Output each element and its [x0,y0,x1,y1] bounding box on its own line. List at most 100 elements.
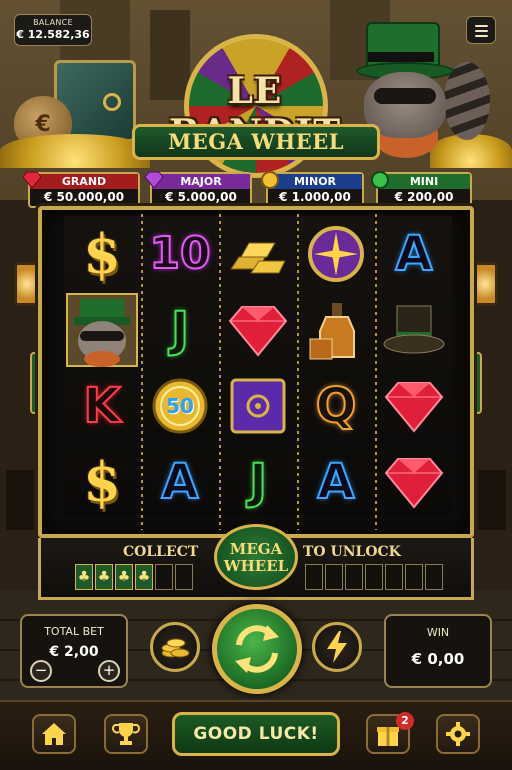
unlock-slot-empty [385,564,403,590]
mega-badge-line2: WHEEL [223,557,289,575]
jackpot-grand: GRAND € 50.000,00 [22,171,140,208]
unlock-slot-empty [305,564,323,590]
reel-3: J [220,216,296,516]
gold-bars-icon [230,242,286,274]
compass-symbol [298,216,374,292]
safe-symbol [220,368,296,444]
lightning-icon [327,631,347,663]
reel-1: $ K $ [64,216,140,516]
bandit-face-icon [66,293,138,367]
coin-stack-icon [161,638,190,658]
bandit-symbol [64,292,140,368]
jack-symbol: J [170,302,190,358]
unlock-slot-empty [405,564,423,590]
jackpot-minor: MINOR € 1.000,00 [261,171,364,208]
purple-gem-icon [144,171,164,189]
collect-slot-empty [155,564,173,590]
reel-4: Q A [298,216,374,516]
clover-icon: ♣ [137,569,151,585]
reel-2: 10 J 50 A [142,216,218,516]
good-luck-button[interactable]: GOOD LUCK! [172,712,340,756]
spin-arrows-icon [235,625,279,673]
reel-divider [141,214,143,530]
trophy-icon [112,723,140,745]
balance-label: BALANCE [33,18,73,27]
top-hat-symbol [376,292,452,368]
safe-icon [230,378,286,434]
jackpot-name: MAJOR [152,174,250,189]
mega-wheel-badge: MEGA WHEEL [214,524,298,590]
home-button[interactable] [32,714,76,754]
lantern-icon [14,262,40,306]
gift-notification-badge: 2 [396,712,414,730]
green-gem-icon [371,171,389,189]
ruby-icon [384,382,444,433]
ruby-symbol [220,292,296,368]
ace-symbol: A [160,454,199,510]
unlock-slot-empty [325,564,343,590]
collect-slot-filled: ♣ [115,564,133,590]
plus-icon: + [102,661,116,679]
spin-button[interactable] [212,604,302,694]
to-unlock-label: TO UNLOCK [303,544,401,560]
ruby-icon [384,458,444,509]
settings-button[interactable] [436,714,480,754]
gold-bars-symbol [220,216,296,292]
gold-coin-icon [261,171,279,189]
red-gem-icon [22,171,42,189]
ace-symbol: A [394,226,433,282]
whiskey-symbol [298,292,374,368]
game-logo-subtitle: MEGA WHEEL [132,124,380,160]
collect-label: COLLECT [123,544,199,560]
clover-icon: ♣ [97,569,111,585]
total-bet-value: € 2,00 [49,644,99,660]
top-hat-icon [383,305,445,354]
ruby-icon [228,306,288,357]
king-symbol: K [82,378,121,434]
jackpot-value: € 5.000,00 [165,190,237,204]
reel-divider [219,214,221,530]
dollar-symbol: $ [83,222,121,286]
gold-coins-pile [0,134,150,168]
jackpot-major: MAJOR € 5.000,00 [144,171,252,208]
unlock-slot-empty [365,564,383,590]
win-panel: WIN € 0,00 [384,614,492,688]
jackpot-value: € 1.000,00 [279,190,351,204]
collect-slot-filled: ♣ [75,564,93,590]
coin-stack-button[interactable] [150,622,200,672]
unlock-slot-empty [425,564,443,590]
jackpot-mini: MINI € 200,00 [371,171,472,208]
collect-slot-filled: ♣ [95,564,113,590]
win-value: € 0,00 [411,650,465,668]
reel-divider [297,214,299,530]
reel-5: A [376,216,452,516]
jackpot-name: MINI [378,174,470,189]
ruby-symbol [376,368,452,444]
fifty-coin-symbol: 50 [142,368,218,444]
jackpot-value: € 50.000,00 [43,190,125,204]
unlock-slot-empty [345,564,363,590]
increase-bet-button[interactable]: + [98,660,120,682]
jackpot-name: GRAND [30,174,138,189]
mega-badge-line1: MEGA [229,540,283,558]
reel-grid: $ K $ 10 J 50 A J Q A A [38,206,474,538]
whiskey-icon [309,303,355,360]
jackpot-name: MINOR [268,174,362,189]
collect-slot-filled: ♣ [135,564,153,590]
ace-symbol: A [316,454,355,510]
ten-symbol: 10 [148,228,211,279]
trophy-button[interactable] [104,714,148,754]
decrease-bet-button[interactable]: − [30,660,52,682]
dollar-symbol: $ [83,450,121,514]
reel-divider [375,214,377,530]
compass-icon [308,226,364,282]
turbo-button[interactable] [312,622,362,672]
total-bet-panel: TOTAL BET € 2,00 − + [20,614,128,688]
balance-display: BALANCE € 12.582,36 [14,14,92,46]
collect-slot-empty [175,564,193,590]
gear-icon [446,722,470,746]
balance-value: € 12.582,36 [16,28,90,41]
clover-icon: ♣ [117,569,131,585]
lantern-icon [472,262,498,306]
jack-symbol: J [248,454,268,510]
